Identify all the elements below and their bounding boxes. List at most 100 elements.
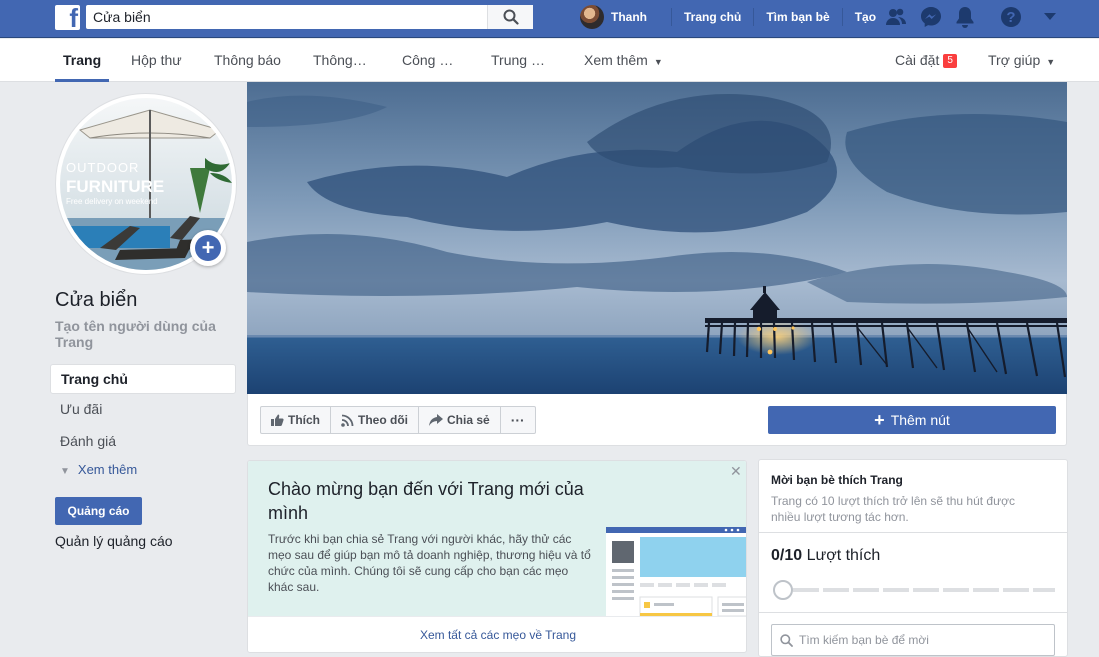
avatar bbox=[580, 5, 604, 29]
like-button[interactable]: Thích bbox=[261, 407, 331, 433]
share-arrow-icon bbox=[429, 414, 443, 426]
like-label: Thích bbox=[288, 413, 320, 427]
profile-link[interactable]: Thanh bbox=[580, 5, 659, 29]
likes-progress-bar bbox=[773, 580, 1055, 600]
tab-label: Trang bbox=[63, 52, 102, 68]
help-label: Trợ giúp bbox=[988, 52, 1041, 68]
tab-label: Trung … bbox=[491, 52, 545, 68]
likes-label: Lượt thích bbox=[806, 547, 881, 564]
tab-notifications[interactable]: Thông báo bbox=[214, 39, 281, 82]
left-nav: Trang chủ Ưu đãi Đánh giá bbox=[50, 364, 236, 458]
invite-description: Trang có 10 lượt thích trở lên sẽ thu hú… bbox=[771, 494, 1016, 524]
tab-inbox[interactable]: Hộp thư bbox=[131, 39, 182, 82]
see-all-tips-link[interactable]: Xem tất cả các mẹo về Trang bbox=[248, 616, 746, 652]
picture-text-line3: Free delivery on weekend bbox=[66, 197, 158, 206]
see-more-label: Xem thêm bbox=[77, 462, 138, 477]
find-friends-link[interactable]: Tìm bạn bè bbox=[766, 10, 829, 24]
divider bbox=[841, 8, 843, 26]
tab-label: Công … bbox=[402, 52, 454, 68]
progress-track bbox=[793, 588, 1055, 592]
cover-pier-image bbox=[247, 82, 1067, 394]
caret-down-icon: ▼ bbox=[1046, 57, 1056, 67]
follow-button[interactable]: Theo dõi bbox=[331, 407, 419, 433]
rss-follow-icon bbox=[341, 414, 354, 427]
add-button-label: Thêm nút bbox=[890, 412, 950, 428]
tab-label: Xem thêm bbox=[584, 52, 648, 68]
share-label: Chia sẻ bbox=[447, 413, 490, 427]
share-button[interactable]: Chia sẻ bbox=[419, 407, 501, 433]
settings-label: Cài đặt bbox=[895, 52, 940, 68]
divider bbox=[671, 8, 672, 26]
plus-icon: + bbox=[195, 235, 221, 261]
plus-icon: + bbox=[874, 410, 885, 430]
left-nav-see-more[interactable]: ▼ Xem thêm bbox=[60, 462, 137, 477]
divider bbox=[759, 532, 1067, 533]
cover-actions-bar: Thích Theo dõi Chia sẻ ··· + Thêm nút bbox=[247, 394, 1067, 446]
notifications-bell-icon[interactable] bbox=[955, 6, 975, 28]
search-icon bbox=[503, 9, 519, 25]
tab-page[interactable]: Trang bbox=[55, 39, 110, 82]
svg-text:?: ? bbox=[1006, 9, 1015, 26]
page-preview-illustration-icon bbox=[606, 527, 746, 616]
search-button[interactable] bbox=[487, 5, 533, 29]
invite-title: Mời bạn bè thích Trang bbox=[771, 473, 903, 487]
tab-label: Hộp thư bbox=[131, 52, 182, 68]
help-icon[interactable]: ? bbox=[1000, 6, 1022, 28]
update-profile-picture-button[interactable]: + bbox=[190, 230, 226, 266]
progress-knob bbox=[773, 580, 793, 600]
tab-more[interactable]: Xem thêm ▼ bbox=[584, 39, 663, 82]
follow-label: Theo dõi bbox=[358, 413, 408, 427]
tab-publishing-tools[interactable]: Công … bbox=[402, 39, 453, 82]
caret-down-icon: ▼ bbox=[653, 57, 663, 67]
invite-friends-card: Mời bạn bè thích Trang Trang có 10 lượt … bbox=[758, 459, 1068, 657]
search-input[interactable] bbox=[86, 5, 487, 29]
create-link[interactable]: Tạo bbox=[855, 10, 876, 24]
user-name: Thanh bbox=[611, 10, 647, 24]
page-action-group: Thích Theo dõi Chia sẻ ··· bbox=[260, 406, 536, 434]
welcome-card: Chào mừng bạn đến với Trang mới của mình… bbox=[247, 460, 747, 653]
divider bbox=[753, 8, 755, 26]
search-icon bbox=[780, 633, 793, 647]
close-icon[interactable]: ✕ bbox=[730, 463, 742, 480]
top-nav: Thanh Trang chủ Tìm bạn bè Tạo bbox=[580, 5, 876, 29]
help-menu[interactable]: Trợ giúp ▼ bbox=[988, 39, 1055, 82]
manage-ads-link[interactable]: Quản lý quảng cáo bbox=[55, 533, 173, 549]
likes-count: 0/10 bbox=[771, 547, 803, 564]
tab-ad-center[interactable]: Trung … bbox=[491, 39, 545, 82]
facebook-logo-icon[interactable]: f bbox=[55, 5, 80, 30]
thumbs-up-icon bbox=[271, 414, 284, 426]
tab-label: Thông báo bbox=[214, 52, 281, 68]
likes-progress-text: 0/10 Lượt thích bbox=[771, 547, 880, 565]
divider bbox=[759, 612, 1067, 613]
tab-insights[interactable]: Thông… bbox=[313, 39, 367, 82]
more-options-button[interactable]: ··· bbox=[501, 407, 535, 433]
left-nav-item-offers[interactable]: Ưu đãi bbox=[50, 394, 236, 426]
search-box bbox=[86, 5, 533, 29]
picture-text-line2: FURNITURE bbox=[66, 177, 164, 196]
left-nav-item-reviews[interactable]: Đánh giá bbox=[50, 426, 236, 458]
settings-badge: 5 bbox=[943, 54, 957, 68]
promote-button[interactable]: Quảng cáo bbox=[55, 497, 142, 525]
welcome-description: Trước khi bạn chia sẻ Trang với người kh… bbox=[268, 532, 591, 594]
page-title: Cửa biển bbox=[55, 289, 138, 311]
welcome-banner: Chào mừng bạn đến với Trang mới của mình… bbox=[248, 461, 746, 616]
create-username-link[interactable]: Tạo tên người dùng của Trang bbox=[55, 318, 235, 350]
triangle-down-icon: ▼ bbox=[60, 466, 70, 477]
top-icons: ? bbox=[885, 6, 1057, 28]
add-button-cta[interactable]: + Thêm nút bbox=[768, 406, 1056, 434]
welcome-title: Chào mừng bạn đến với Trang mới của mình bbox=[268, 479, 584, 523]
more-dots-icon: ··· bbox=[510, 412, 525, 428]
friend-requests-icon[interactable] bbox=[885, 7, 907, 27]
account-menu-chevron-down-icon[interactable] bbox=[1043, 12, 1057, 22]
messenger-icon[interactable] bbox=[920, 6, 942, 28]
picture-text-line1: OUTDOOR bbox=[66, 160, 139, 175]
invite-friends-search-input[interactable] bbox=[799, 633, 1054, 647]
left-nav-item-home[interactable]: Trang chủ bbox=[50, 364, 236, 394]
page-tabs: Trang Hộp thư Thông báo Thông… Công … Tr… bbox=[0, 39, 1099, 82]
top-bar: f Thanh Trang chủ Tìm bạn bè Tạo ? bbox=[0, 0, 1099, 38]
friend-search-box bbox=[771, 624, 1055, 656]
cover-photo[interactable] bbox=[247, 82, 1067, 394]
tab-label: Thông… bbox=[313, 52, 367, 68]
home-link[interactable]: Trang chủ bbox=[684, 10, 741, 24]
settings-link[interactable]: Cài đặt 5 bbox=[895, 39, 957, 82]
